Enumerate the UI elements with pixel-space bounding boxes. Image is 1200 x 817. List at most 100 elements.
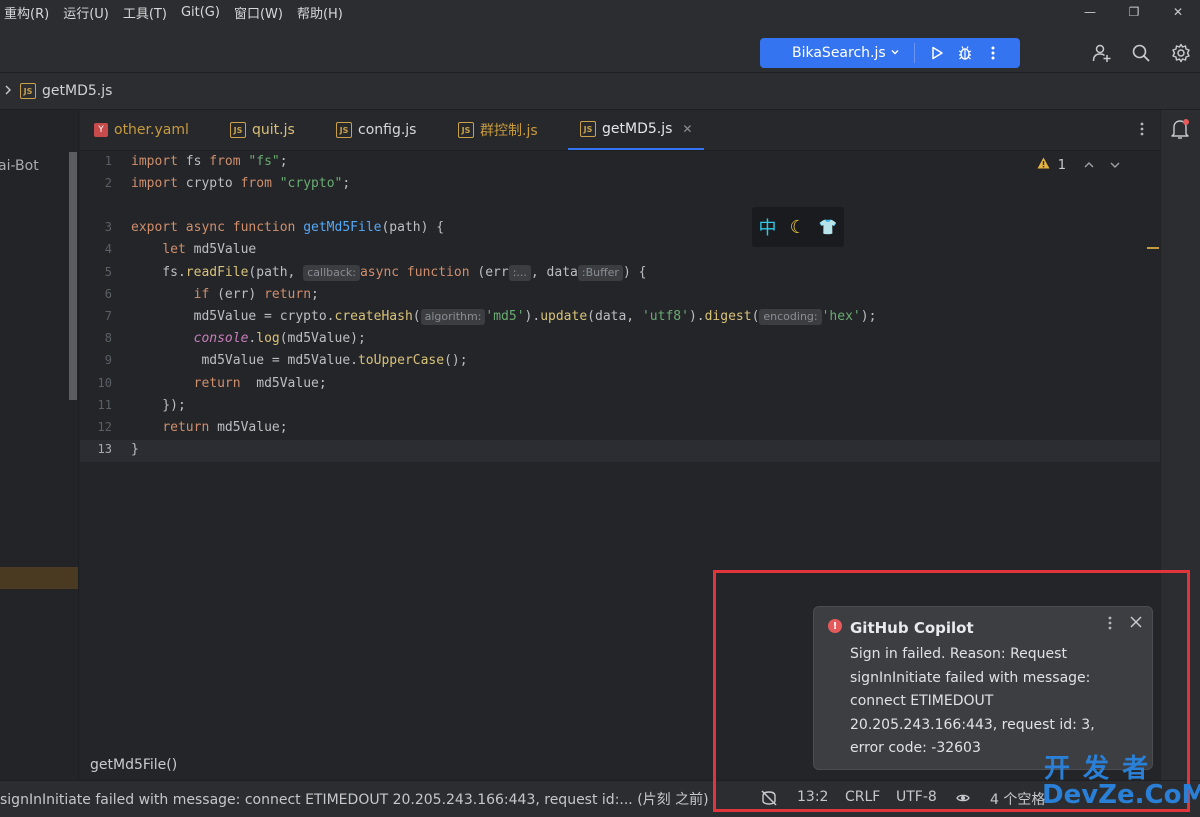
notification-options-icon[interactable] — [1108, 615, 1112, 634]
tab-label: 群控制.js — [480, 123, 538, 139]
line-number: 3 — [104, 220, 112, 234]
line-number: 11 — [97, 398, 112, 412]
code-line: console.log(md5Value); — [193, 331, 366, 346]
menu-run[interactable]: 运行(U) — [63, 3, 109, 22]
menu-window[interactable]: 窗口(W) — [234, 3, 283, 22]
code-line: } — [131, 442, 139, 457]
ime-chinese-mode[interactable]: 中 — [759, 214, 777, 240]
menu-bar: 重构(R) 运行(U) 工具(T) Git(G) 窗口(W) 帮助(H) — ❐… — [0, 0, 1200, 24]
close-button[interactable]: ✕ — [1156, 0, 1200, 24]
tab-label: config.js — [358, 122, 417, 138]
param-hint: :... — [508, 265, 531, 281]
inspection-widget[interactable]: 1 — [1037, 157, 1120, 173]
tab-label: getMD5.js — [602, 121, 673, 137]
line-number: 13 — [97, 442, 112, 456]
watermark-logo: 开 发 者 DevZe.CoM — [1040, 748, 1200, 814]
param-hint: callback: — [303, 265, 360, 281]
chevron-down-icon — [890, 45, 900, 61]
chevron-right-icon[interactable] — [4, 83, 12, 99]
line-number: 6 — [104, 287, 112, 301]
js-file-icon: JS — [336, 122, 352, 138]
shirt-icon[interactable]: 👕 — [819, 218, 838, 236]
breadcrumb: JS getMD5.js — [0, 73, 1200, 110]
project-item-label[interactable]: ai-Bot — [0, 158, 39, 174]
js-file-icon: JS — [20, 83, 36, 99]
main-toolbar: BikaSearch.js — [0, 24, 1200, 73]
code-line: if (err) return; — [193, 287, 319, 302]
code-line: import crypto from "crypto"; — [131, 176, 351, 191]
tab-getmd5-js[interactable]: JS getMD5.js ✕ — [568, 110, 705, 150]
project-highlight — [0, 567, 78, 589]
moon-icon[interactable]: ☾ — [790, 217, 806, 238]
line-number: 8 — [104, 331, 112, 345]
copilot-notification: ! GitHub Copilot Sign in failed. Reason:… — [813, 606, 1153, 770]
code-line: fs.readFile(path, callback: async functio… — [131, 265, 647, 281]
menu-help[interactable]: 帮助(H) — [297, 3, 343, 22]
current-line-highlight — [80, 440, 1160, 462]
line-number: 10 — [97, 376, 112, 390]
code-line: md5Value = md5Value.toUpperCase(); — [131, 353, 468, 368]
js-file-icon: JS — [580, 121, 596, 137]
more-actions-icon[interactable] — [979, 39, 1007, 67]
notification-body: Sign in failed. Reason: Request signInIn… — [850, 646, 1095, 756]
code-line: let md5Value — [162, 242, 257, 257]
chevron-up-icon[interactable] — [1084, 158, 1094, 173]
line-number: 4 — [104, 242, 112, 256]
code-line: md5Value = crypto.createHash(algorithm: '… — [131, 309, 877, 325]
debug-icon[interactable] — [951, 39, 979, 67]
close-icon[interactable]: ✕ — [682, 122, 692, 136]
line-number: 1 — [104, 154, 112, 168]
run-config-selector[interactable]: BikaSearch.js — [760, 45, 910, 61]
tab-label: quit.js — [252, 122, 295, 138]
project-panel: ai-Bot — [0, 110, 79, 780]
code-line: return md5Value; — [193, 376, 327, 391]
add-user-icon[interactable] — [1089, 40, 1115, 66]
line-number: 7 — [104, 309, 112, 323]
minimize-button[interactable]: — — [1068, 0, 1112, 24]
line-number: 12 — [97, 420, 112, 434]
run-config-name: BikaSearch.js — [792, 45, 886, 61]
menu-git[interactable]: Git(G) — [181, 5, 220, 20]
menu-tools[interactable]: 工具(T) — [123, 3, 167, 22]
js-file-icon: JS — [230, 122, 246, 138]
line-number: 5 — [104, 265, 112, 279]
warning-icon — [1037, 157, 1050, 173]
tab-config-js[interactable]: JS config.js — [336, 110, 416, 150]
project-scrollbar[interactable] — [69, 152, 77, 400]
chevron-down-icon[interactable] — [1110, 158, 1120, 173]
code-line: export async function getMd5File(path) { — [131, 220, 445, 235]
editor-tabs: Y other.yaml JS quit.js JS config.js JS … — [80, 110, 1160, 151]
ime-toolbar: 中 ☾ 👕 — [752, 207, 844, 247]
tab-options-icon[interactable] — [1140, 122, 1144, 140]
yaml-file-icon: Y — [94, 123, 108, 137]
code-line: import fs from "fs"; — [131, 154, 288, 169]
inspection-count: 1 — [1057, 157, 1066, 173]
run-widget-divider — [914, 43, 915, 63]
search-icon[interactable] — [1128, 40, 1154, 66]
run-icon[interactable] — [923, 39, 951, 67]
line-number: 2 — [104, 176, 112, 190]
param-hint: algorithm: — [420, 309, 486, 325]
error-icon: ! — [828, 619, 842, 633]
js-file-icon: JS — [458, 122, 474, 138]
tab-group-control-js[interactable]: JS 群控制.js — [458, 110, 538, 150]
tab-other-yaml[interactable]: Y other.yaml — [94, 110, 189, 150]
close-icon[interactable] — [1128, 614, 1144, 630]
breadcrumb-file[interactable]: getMD5.js — [42, 83, 112, 99]
scrollbar-marker — [1147, 247, 1159, 249]
menu-refactor[interactable]: 重构(R) — [4, 3, 49, 22]
code-line: return md5Value; — [162, 420, 288, 435]
notification-bell-icon[interactable] — [1170, 118, 1190, 144]
param-hint: :Buffer — [577, 265, 623, 281]
tab-label: other.yaml — [114, 122, 189, 138]
notification-title: GitHub Copilot — [850, 619, 974, 637]
line-number: 9 — [104, 353, 112, 367]
run-widget: BikaSearch.js — [760, 38, 1020, 68]
status-message[interactable]: signInInitiate failed with message: conn… — [0, 789, 712, 809]
tab-quit-js[interactable]: JS quit.js — [230, 110, 295, 150]
window-controls: — ❐ ✕ — [1068, 0, 1200, 24]
restore-button[interactable]: ❐ — [1112, 0, 1156, 24]
nav-path-function[interactable]: getMd5File() — [90, 757, 177, 773]
watermark-line2: DevZe.CoM — [1042, 780, 1200, 810]
gear-icon[interactable] — [1168, 40, 1194, 66]
